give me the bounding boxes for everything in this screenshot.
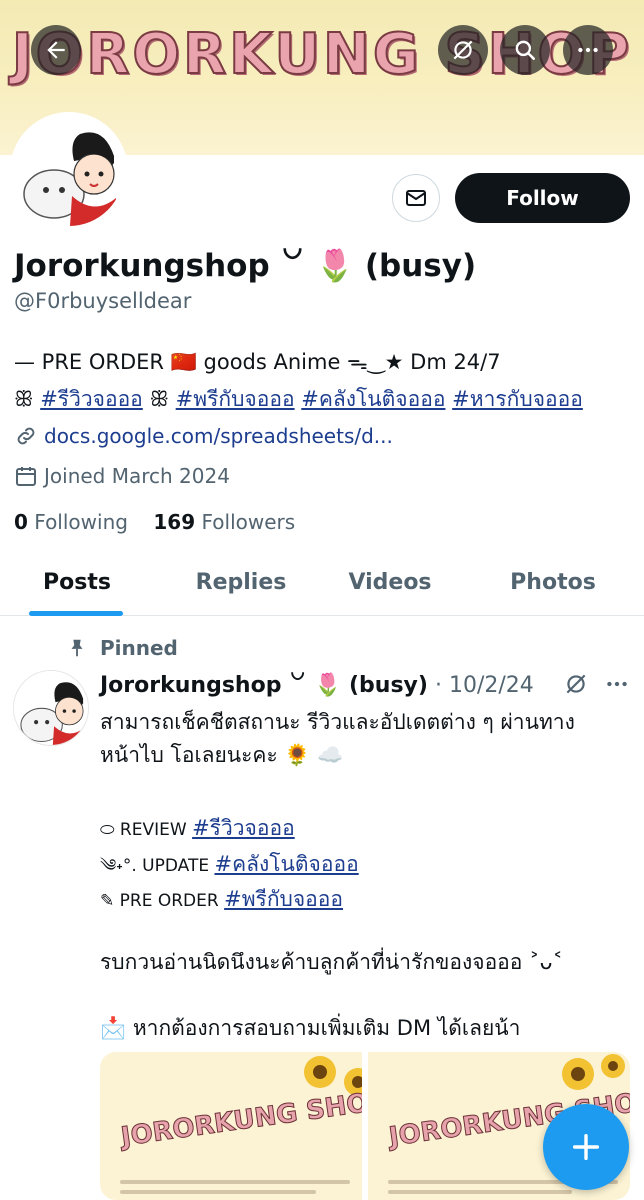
active-tab-indicator (29, 611, 123, 616)
hashtag-link[interactable]: #รีวิวจอออ (192, 816, 295, 840)
avatar-illustration (14, 116, 124, 226)
tab-photos[interactable]: Photos (494, 548, 612, 616)
post-text-line: สามารถเช็คชีตสถานะ รีวิวและอัปเดตต่าง ๆ … (100, 710, 575, 734)
joined-row: Joined March 2024 (14, 464, 230, 488)
post-preorder-line: ✎ PRE ORDER #พรีกับจอออ (100, 887, 344, 911)
pinned-label: Pinned (66, 636, 178, 660)
message-button[interactable] (392, 174, 440, 222)
user-handle: @F0rbuyselldear (14, 289, 192, 313)
post-text-line: รบกวนอ่านนิดนึงนะค้าบลูกค้าที่น่ารักของจ… (100, 950, 563, 974)
tab-replies[interactable]: Replies (180, 548, 302, 616)
pin-icon (71, 639, 83, 657)
hashtag-link[interactable]: #คลังโนติจอออ (301, 387, 445, 411)
more-icon (607, 681, 627, 687)
bio-line: — PRE ORDER 🇨🇳 goods Anime ᯓ‿★ Dm 24/7 (14, 350, 501, 374)
bio-ornament: ꕥ (149, 387, 169, 411)
mute-icon (566, 674, 586, 694)
more-button[interactable] (563, 25, 613, 75)
follow-stats: 0 Following 169 Followers (14, 510, 295, 534)
back-button[interactable] (31, 25, 81, 75)
compose-button[interactable] (543, 1104, 629, 1190)
hashtag-link[interactable]: #หารกับจอออ (452, 387, 583, 411)
post-header: Jororkungshop ꒡ 🌷 (busy) · 10/2/24 (100, 669, 534, 698)
mute-icon (453, 40, 473, 60)
hashtag-link[interactable]: #รีวิวจอออ (40, 387, 143, 411)
post-date-separator: · (434, 673, 442, 698)
post-text-line: หน้าไบ โอเลยนะคะ 🌻 ☁️ (100, 743, 344, 767)
hashtag-link[interactable]: #พรีกับจอออ (176, 387, 295, 411)
display-name: Jororkungshop ꒡ 🌷 (busy) (14, 248, 477, 284)
search-button[interactable] (500, 25, 550, 75)
compose-plus-icon (572, 1133, 600, 1161)
post-text-line: 📩 หากต้องการสอบถามเพิ่มเติม DM ได้เลยน้า (100, 1016, 521, 1040)
tab-posts[interactable]: Posts (30, 548, 124, 616)
post-mute-button[interactable] (563, 671, 589, 701)
hashtag-link[interactable]: #คลังโนติจอออ (215, 852, 359, 876)
search-icon (515, 40, 535, 60)
media-text-lines (120, 1180, 350, 1200)
follow-button[interactable]: Follow (455, 173, 630, 223)
post-review-line: ⬭ REVIEW #รีวิวจอออ (100, 816, 295, 840)
hashtag-link[interactable]: #พรีกับจอออ (224, 887, 343, 911)
profile-tabs: Posts Replies Videos Photos (0, 548, 644, 616)
post-date[interactable]: 10/2/24 (449, 673, 534, 698)
post-avatar[interactable] (13, 670, 89, 746)
profile-avatar[interactable] (10, 112, 128, 230)
website-link[interactable]: docs.google.com/spreadsheets/d... (44, 424, 393, 448)
following-link[interactable]: 0 Following (14, 510, 128, 534)
more-icon (578, 47, 598, 53)
media-title: JORORKUNG SHOP (119, 1085, 362, 1153)
mail-icon (406, 190, 426, 206)
post-author[interactable]: Jororkungshop ꒡ 🌷 (busy) (100, 673, 428, 698)
website-row: docs.google.com/spreadsheets/d... (14, 424, 393, 448)
joined-date: Joined March 2024 (44, 464, 230, 488)
link-icon (17, 427, 35, 445)
avatar-illustration (14, 671, 88, 745)
mute-button[interactable] (438, 25, 488, 75)
tab-videos[interactable]: Videos (332, 548, 448, 616)
bio-ornament: ꕥ (14, 387, 34, 411)
back-arrow-icon (47, 41, 65, 59)
post-more-button[interactable] (604, 671, 630, 701)
media-image[interactable]: JORORKUNG SHOP (100, 1052, 362, 1200)
followers-link[interactable]: 169 Followers (153, 510, 295, 534)
calendar-icon (16, 467, 36, 486)
bio-hashtags: ꕥ #รีวิวจอออ ꕥ #พรีกับจอออ #คลังโนติจอออ… (14, 383, 583, 416)
